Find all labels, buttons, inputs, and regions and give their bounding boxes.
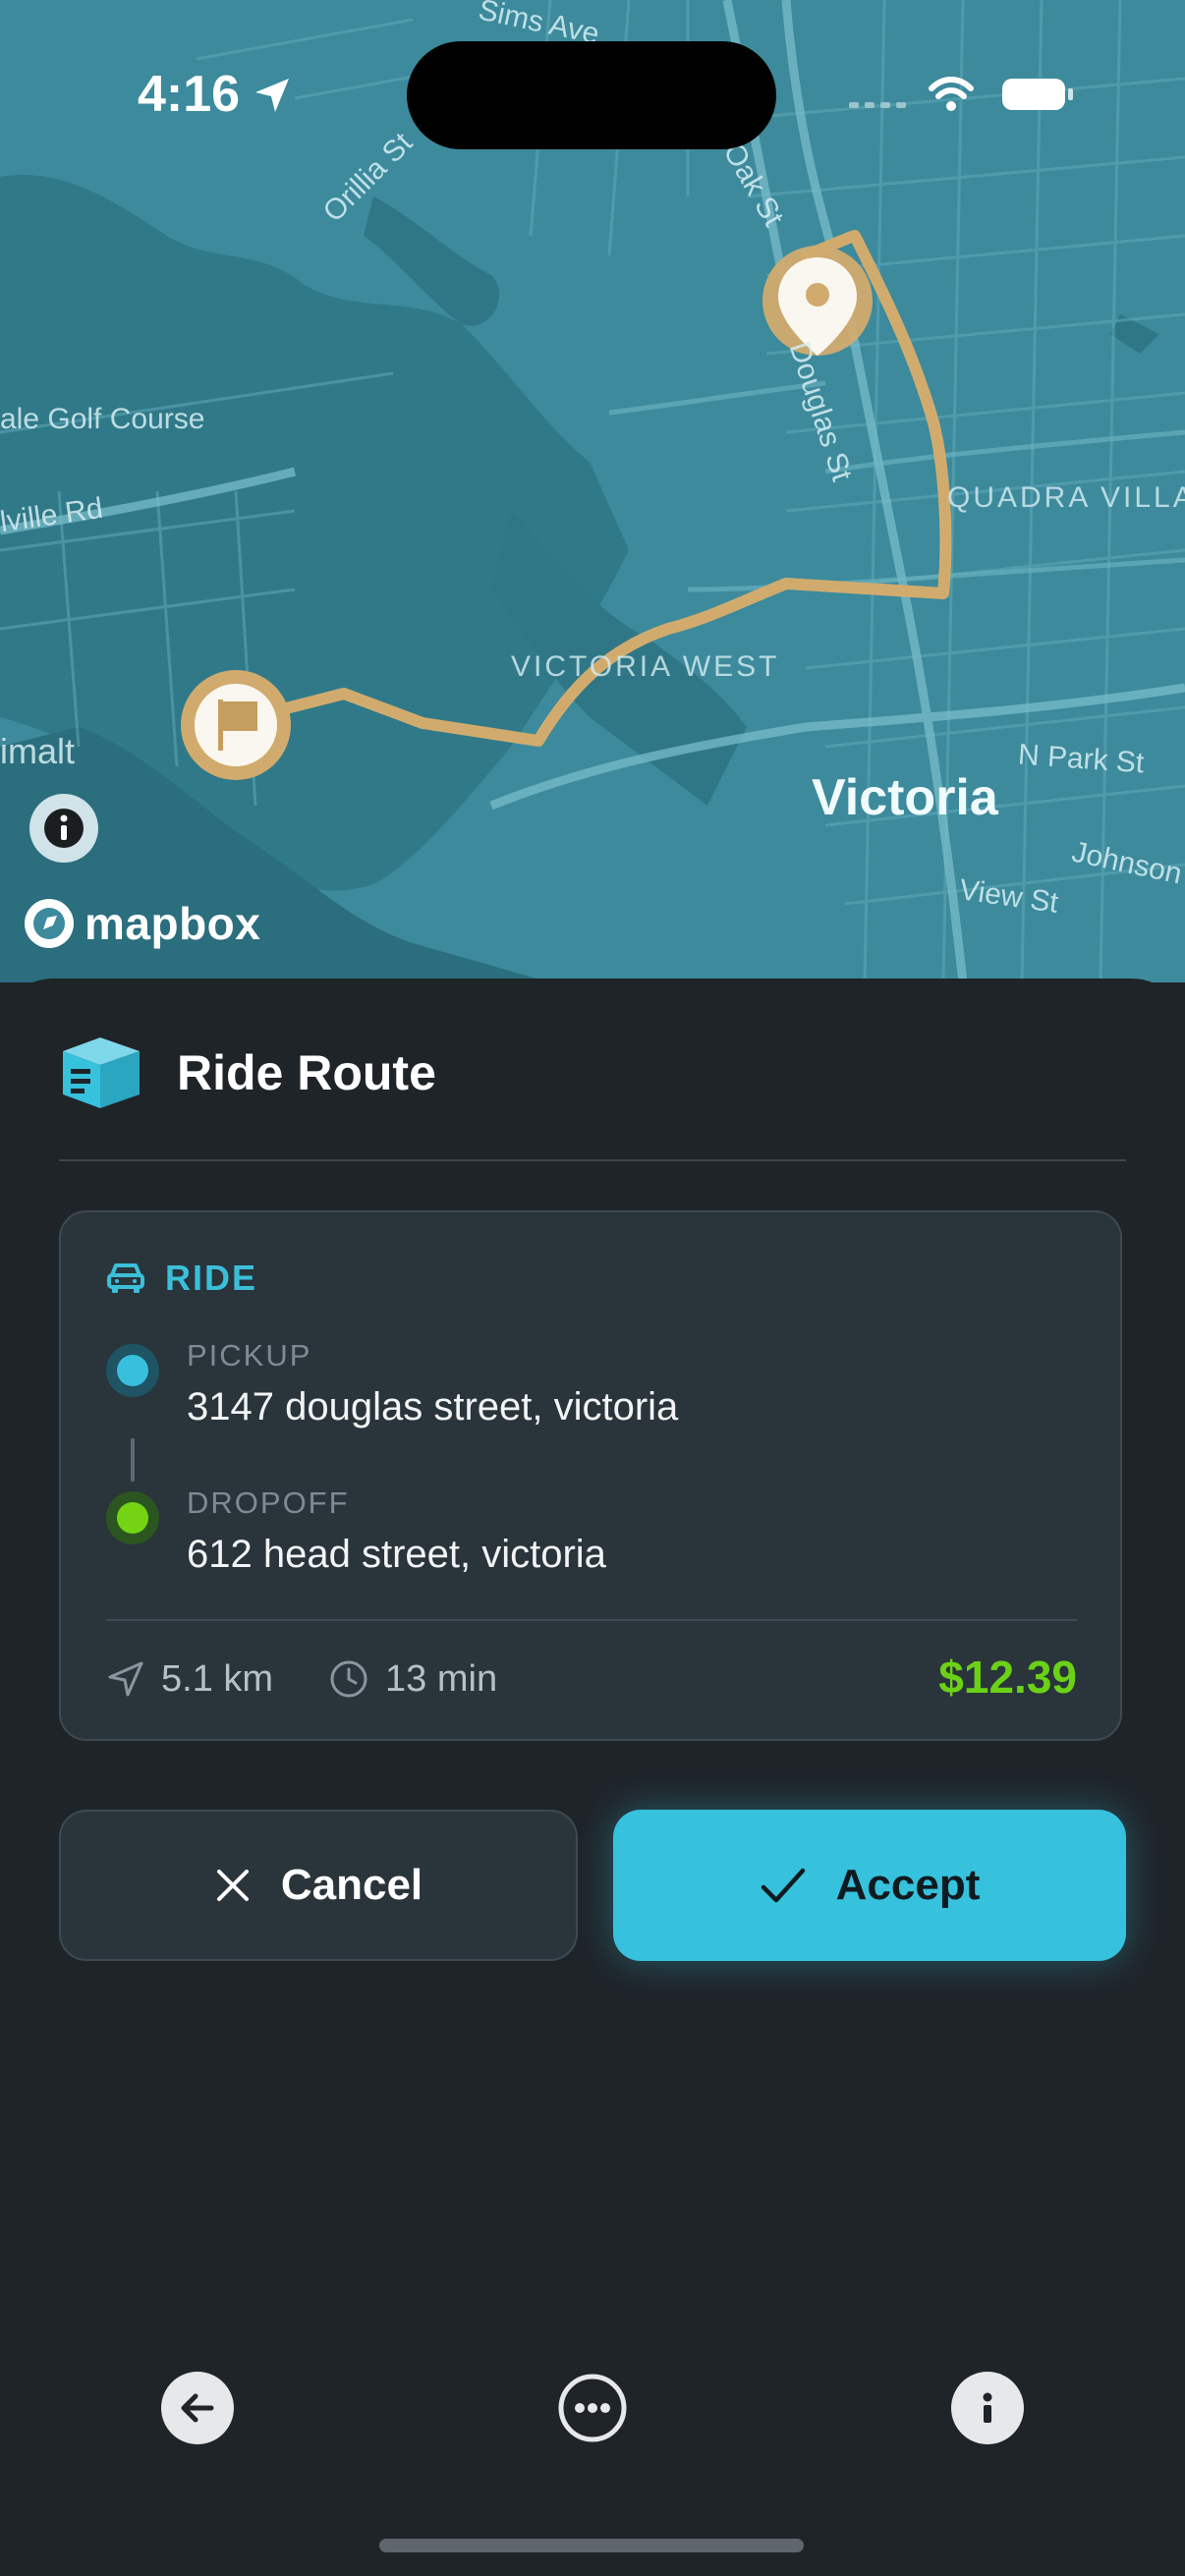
- checkmark-icon: [761, 1868, 805, 1903]
- cancel-button-label: Cancel: [280, 1861, 423, 1909]
- close-icon: [216, 1870, 249, 1901]
- trip-duration: 13 min: [385, 1657, 498, 1700]
- map-label-victoria-west: VICTORIA WEST: [511, 650, 780, 683]
- navigation-arrow-icon: [108, 1661, 143, 1697]
- mapbox-attribution: mapbox: [85, 898, 261, 949]
- pickup-address: 3147 douglas street, victoria: [187, 1385, 679, 1428]
- ride-details-card[interactable]: RIDE PICKUP 3147 douglas street, victori…: [59, 1210, 1122, 1741]
- cellular-signal-icon: [849, 102, 906, 108]
- more-button[interactable]: [556, 2372, 629, 2444]
- dynamic-island: [407, 41, 776, 149]
- trip-price: $12.39: [938, 1652, 1077, 1703]
- cancel-button[interactable]: Cancel: [59, 1810, 578, 1961]
- battery-icon: [1002, 79, 1073, 110]
- map-label-victoria: Victoria: [812, 769, 998, 826]
- pin-marker-icon[interactable]: [762, 246, 873, 356]
- trip-metrics: 5.1 km 13 min: [106, 1645, 497, 1713]
- header-divider: [59, 1159, 1126, 1161]
- map-view[interactable]: Sims Ave Orillia St Oak St ale Golf Cour…: [0, 0, 1185, 982]
- map-label-esquimalt: imalt: [0, 731, 76, 771]
- dropoff-dot-icon: [106, 1491, 159, 1544]
- info-icon: [983, 2392, 992, 2423]
- dropoff-address: 612 head street, victoria: [187, 1533, 606, 1576]
- ride-route-sheet: Ride Route RIDE PICKUP 3147 douglas stre…: [0, 979, 1185, 2576]
- info-button[interactable]: [951, 2372, 1024, 2444]
- map-label-golf-course: ale Golf Course: [0, 403, 205, 435]
- accept-button-label: Accept: [835, 1861, 981, 1909]
- ride-type-label: RIDE: [165, 1258, 258, 1298]
- dropoff-label: DROPOFF: [187, 1485, 350, 1520]
- route-connector: [131, 1438, 135, 1482]
- wifi-icon: [929, 77, 974, 111]
- status-time: 4:16: [138, 66, 241, 123]
- more-options-icon: [558, 2374, 627, 2442]
- page-title: Ride Route: [177, 1045, 436, 1100]
- info-icon: [44, 809, 84, 848]
- clock-icon: [330, 1660, 367, 1698]
- pickup-label: PICKUP: [187, 1338, 312, 1372]
- app-logo-icon: [63, 1037, 140, 1108]
- accept-button[interactable]: Accept: [613, 1810, 1126, 1961]
- flag-marker-icon[interactable]: [181, 670, 291, 780]
- status-bar: 4:16: [0, 0, 1185, 187]
- car-icon: [107, 1263, 144, 1293]
- location-arrow-icon: [255, 79, 289, 112]
- card-divider: [106, 1619, 1077, 1621]
- map-label-quadra-village: QUADRA VILLAGE: [947, 481, 1185, 514]
- pickup-dot-icon: [106, 1344, 159, 1397]
- mapbox-icon: [25, 899, 74, 948]
- arrow-left-icon: [181, 2393, 214, 2423]
- ride-type-tag: RIDE: [106, 1258, 257, 1299]
- sheet-header: Ride Route: [59, 1034, 436, 1112]
- mapbox-logo: mapbox: [22, 896, 260, 951]
- map-info-button[interactable]: [29, 794, 98, 863]
- home-indicator: [379, 2539, 804, 2552]
- trip-distance: 5.1 km: [161, 1657, 274, 1700]
- back-button[interactable]: [161, 2372, 234, 2444]
